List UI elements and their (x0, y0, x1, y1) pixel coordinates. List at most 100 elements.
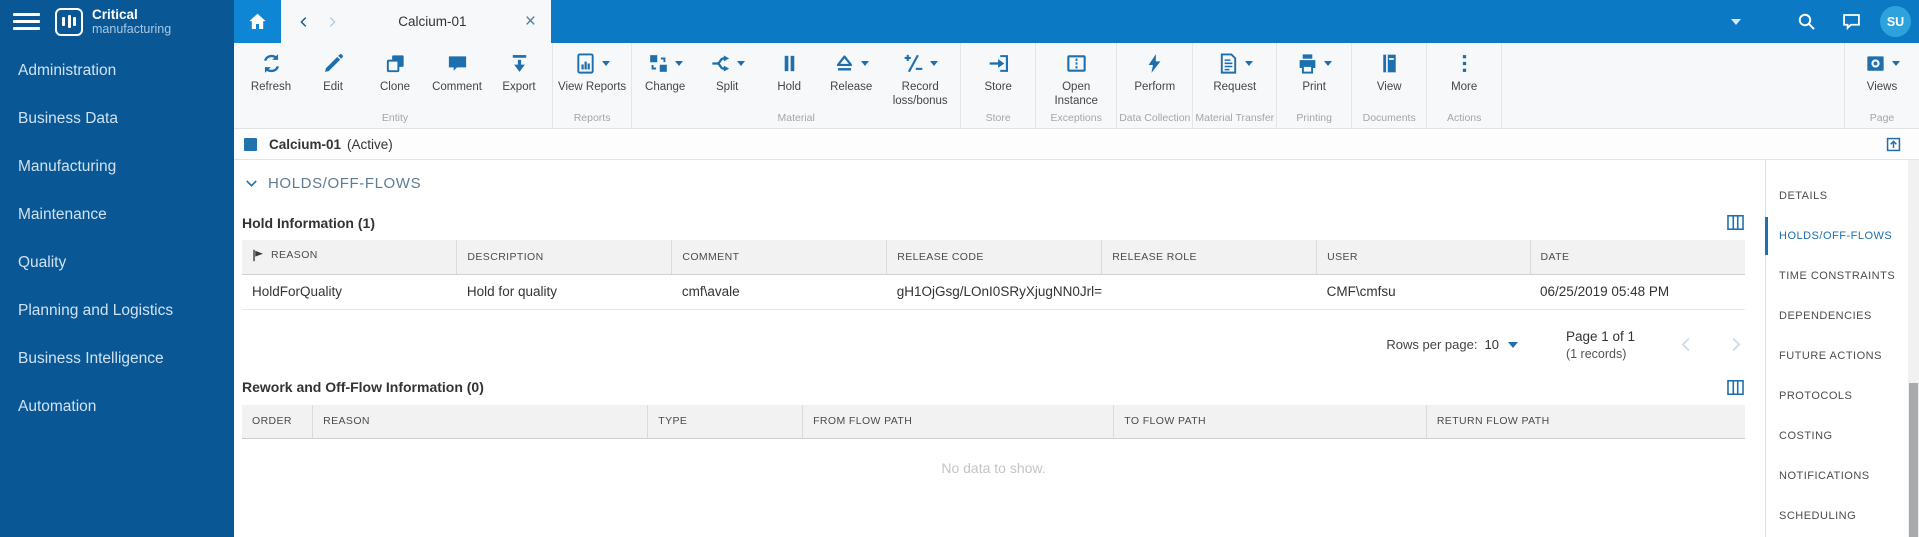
page-label: Page 1 of 1 (1566, 329, 1635, 344)
tab-calcium-01[interactable]: Calcium-01 × (281, 0, 551, 43)
column-header-to-flow-path[interactable]: TO FLOW PATH (1114, 405, 1427, 439)
view-reports-button[interactable]: View Reports (555, 43, 629, 95)
sidebar-item-maintenance[interactable]: Maintenance (0, 191, 234, 239)
more-icon (1453, 50, 1476, 77)
view-reports-icon (574, 50, 610, 77)
right-nav-item-protocols[interactable]: PROTOCOLS (1766, 376, 1908, 416)
right-nav-item-costing[interactable]: COSTING (1766, 416, 1908, 456)
toolbar-group-label: Material (634, 110, 958, 128)
rework-table-container: ORDERREASONTYPEFROM FLOW PATHTO FLOW PAT… (242, 405, 1745, 440)
column-header-date[interactable]: DATE (1530, 240, 1745, 274)
vertical-scrollbar[interactable] (1908, 160, 1919, 537)
column-header-release-code[interactable]: RELEASE CODE (887, 240, 1102, 274)
change-button[interactable]: Change (634, 43, 696, 95)
sidebar-item-manufacturing[interactable]: Manufacturing (0, 143, 234, 191)
clone-button[interactable]: Clone (364, 43, 426, 95)
table-header-row: REASONDESCRIPTIONCOMMENTRELEASE CODERELE… (242, 240, 1745, 274)
toolbar-group-label: Exceptions (1038, 110, 1114, 128)
home-button[interactable] (234, 0, 281, 43)
column-header-comment[interactable]: COMMENT (672, 240, 887, 274)
tab-forward-icon[interactable] (322, 15, 342, 29)
chat-icon[interactable] (1841, 11, 1862, 32)
brand-name: Critical (92, 8, 171, 23)
column-header-user[interactable]: USER (1317, 240, 1530, 274)
right-nav-item-scheduling[interactable]: SCHEDULING (1766, 496, 1908, 536)
right-nav-item-dependencies[interactable]: DEPENDENCIES (1766, 296, 1908, 336)
more-button[interactable]: More (1429, 43, 1499, 95)
user-avatar[interactable]: SU (1880, 6, 1911, 37)
content-area: HOLDS/OFF-FLOWS Hold Information (1) REA… (234, 160, 1765, 537)
rows-per-page-select[interactable]: 10 (1484, 337, 1498, 352)
scrollbar-thumb[interactable] (1909, 383, 1918, 537)
tab-close-icon[interactable]: × (523, 12, 538, 31)
print-button[interactable]: Print (1279, 43, 1349, 95)
open-instance-button[interactable]: Open Instance (1038, 43, 1114, 108)
rework-info-header: Rework and Off-Flow Information (0) (242, 378, 1745, 397)
right-nav-item-future-actions[interactable]: FUTURE ACTIONS (1766, 336, 1908, 376)
right-section-nav: DETAILSHOLDS/OFF-FLOWSTIME CONSTRAINTSDE… (1765, 160, 1908, 537)
sidebar-item-administration[interactable]: Administration (0, 47, 234, 95)
toolbar-button-label: Request (1213, 81, 1256, 95)
comment-button[interactable]: Comment (426, 43, 488, 95)
cell-reason[interactable]: HoldForQuality (242, 274, 457, 309)
request-button[interactable]: Request (1200, 43, 1270, 95)
sidebar-item-automation[interactable]: Automation (0, 383, 234, 431)
record-loss-bonus-button[interactable]: Record loss/bonus (882, 43, 958, 108)
column-header-reason[interactable]: REASON (313, 405, 648, 439)
sidebar-item-planning-and-logistics[interactable]: Planning and Logistics (0, 287, 234, 335)
column-settings-icon[interactable] (1726, 213, 1745, 232)
column-settings-icon[interactable] (1726, 378, 1745, 397)
rows-per-page-caret-icon[interactable] (1508, 342, 1518, 348)
collapse-panel-icon[interactable] (1886, 137, 1901, 152)
store-button[interactable]: Store (963, 43, 1033, 95)
toolbar-button-label: Store (984, 81, 1012, 95)
previous-page-icon[interactable] (1677, 335, 1696, 354)
release-button[interactable]: Release (820, 43, 882, 95)
search-icon[interactable] (1796, 11, 1817, 32)
column-header-type[interactable]: TYPE (648, 405, 803, 439)
column-header-reason[interactable]: REASON (242, 240, 457, 274)
section-holds-offflows[interactable]: HOLDS/OFF-FLOWS (244, 175, 1745, 192)
view-button[interactable]: View (1354, 43, 1424, 95)
dropdown-caret-icon (602, 61, 610, 66)
split-button[interactable]: Split (696, 43, 758, 95)
rows-per-page-label: Rows per page: (1386, 337, 1477, 352)
perform-button[interactable]: Perform (1120, 43, 1190, 95)
entity-status: (Active) (347, 137, 393, 152)
toolbar-group-label: Actions (1429, 110, 1499, 128)
hamburger-menu-icon[interactable] (13, 9, 40, 34)
toolbar-button-label: Split (716, 81, 738, 95)
toolbar-button-label: Clone (380, 81, 410, 95)
views-button[interactable]: Views (1847, 43, 1917, 95)
main-area: Calcium-01 × SU Refr (234, 0, 1919, 537)
open-instance-icon (1065, 50, 1088, 77)
column-header-from-flow-path[interactable]: FROM FLOW PATH (803, 405, 1114, 439)
column-header-release-role[interactable]: RELEASE ROLE (1102, 240, 1317, 274)
cell-release-code: gH1OjGsg/LOnI0SRyXjugNN0Jrl= (887, 274, 1102, 309)
header-dropdown-caret-icon[interactable] (1731, 19, 1741, 25)
edit-button[interactable]: Edit (302, 43, 364, 95)
refresh-button[interactable]: Refresh (240, 43, 302, 95)
column-header-order[interactable]: ORDER (242, 405, 313, 439)
toolbar-group-label: Reports (555, 110, 629, 128)
column-header-return-flow-path[interactable]: RETURN FLOW PATH (1426, 405, 1745, 439)
export-button[interactable]: Export (488, 43, 550, 95)
cell-comment: cmf\avale (672, 274, 887, 309)
right-nav-item-time-constraints[interactable]: TIME CONSTRAINTS (1766, 256, 1908, 296)
toolbar-button-label: Open Instance (1041, 81, 1111, 108)
toolbar-button-label: Hold (777, 81, 801, 95)
toolbar-group-documents: ViewDocuments (1352, 43, 1427, 128)
right-nav-item-details[interactable]: DETAILS (1766, 176, 1908, 216)
sidebar-menu: AdministrationBusiness DataManufacturing… (0, 43, 234, 431)
next-page-icon[interactable] (1726, 335, 1745, 354)
right-nav-item-holds-off-flows[interactable]: HOLDS/OFF-FLOWS (1766, 216, 1908, 256)
hold-button[interactable]: Hold (758, 43, 820, 95)
sidebar-item-quality[interactable]: Quality (0, 239, 234, 287)
toolbar-group-label: Page (1847, 110, 1917, 128)
tab-back-icon[interactable] (294, 15, 314, 29)
brand-subname: manufacturing (92, 23, 171, 36)
sidebar-item-business-intelligence[interactable]: Business Intelligence (0, 335, 234, 383)
right-nav-item-notifications[interactable]: NOTIFICATIONS (1766, 456, 1908, 496)
column-header-description[interactable]: DESCRIPTION (457, 240, 672, 274)
sidebar-item-business-data[interactable]: Business Data (0, 95, 234, 143)
